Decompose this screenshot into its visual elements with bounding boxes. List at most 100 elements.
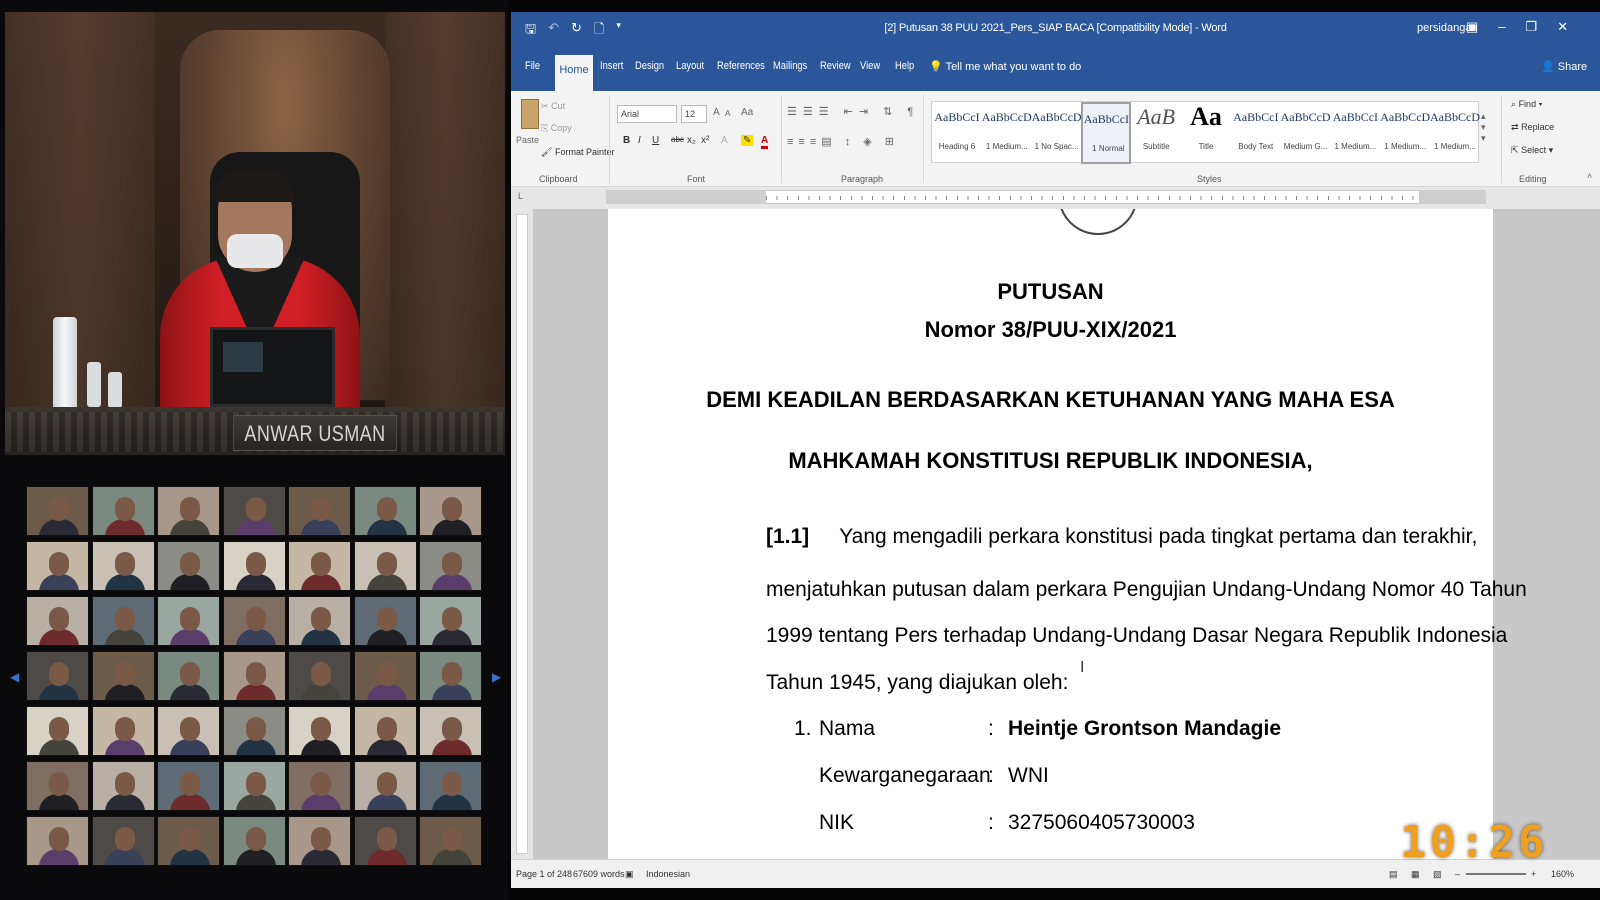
page-count[interactable]: Page 1 of 248 (516, 869, 572, 879)
participant-tile[interactable] (222, 761, 286, 811)
participant-tile[interactable] (157, 596, 220, 646)
underline-button[interactable]: U (652, 135, 659, 146)
participant-tile[interactable] (26, 706, 89, 756)
font-color-icon[interactable]: A (761, 135, 769, 149)
copy-button[interactable]: ⎘ Copy (541, 123, 572, 134)
participant-tile[interactable] (353, 816, 417, 866)
document-page[interactable]: PUTUSAN Nomor 38/PUU-XIX/2021 DEMI KEADI… (608, 209, 1527, 859)
participant-tile[interactable] (26, 486, 89, 536)
tab-view[interactable]: View (860, 60, 880, 72)
participant-tile[interactable] (157, 816, 220, 866)
participant-tile[interactable] (91, 706, 155, 756)
participant-tile[interactable] (91, 541, 155, 591)
minimize-button[interactable]: – (1498, 19, 1505, 35)
participant-tile[interactable] (26, 651, 89, 701)
style-heading-6[interactable]: AaBbCcI Heading 6 (932, 102, 982, 164)
web-layout-icon[interactable]: ▧ (1433, 869, 1442, 880)
highlight-icon[interactable]: ✎ (741, 135, 754, 146)
participant-tile[interactable] (222, 541, 286, 591)
participant-tile[interactable] (419, 486, 482, 536)
participant-tile[interactable] (222, 816, 286, 866)
participant-tile[interactable] (222, 486, 286, 536)
read-mode-icon[interactable]: ▤ (1389, 869, 1398, 880)
participant-tile[interactable] (353, 596, 417, 646)
document-canvas[interactable]: PUTUSAN Nomor 38/PUU-XIX/2021 DEMI KEADI… (533, 209, 1600, 859)
select-button[interactable]: ⇱ Select ▾ (1511, 145, 1553, 156)
participant-tile[interactable] (419, 596, 482, 646)
tab-layout[interactable]: Layout (676, 60, 704, 72)
word-count[interactable]: 67609 words (573, 869, 625, 879)
bold-button[interactable]: B (623, 135, 630, 146)
participant-tile[interactable] (91, 596, 155, 646)
style-1-normal[interactable]: AaBbCcI 1 Normal (1081, 102, 1132, 164)
list-buttons[interactable]: ☰☰☰ ⇤⇥ ⇅ ¶ (787, 105, 919, 118)
participant-tile[interactable] (157, 706, 220, 756)
restore-button[interactable]: ❐ (1526, 19, 1538, 35)
participant-tile[interactable] (26, 761, 89, 811)
tab-design[interactable]: Design (635, 60, 664, 72)
vertical-ruler-scale[interactable] (516, 214, 528, 854)
alignment-buttons[interactable]: ≡≡≡▤ ↕ ◈ ⊞ (787, 135, 899, 148)
participant-tile[interactable] (353, 541, 417, 591)
change-case-button[interactable]: Aa (741, 107, 753, 118)
tab-home[interactable]: Home (555, 55, 593, 91)
zoom-slider[interactable] (1466, 873, 1526, 875)
strikethrough-button[interactable]: abc (671, 135, 684, 144)
chevron-right-icon[interactable]: ▶ (492, 670, 501, 684)
print-layout-icon[interactable]: ▦ (1411, 869, 1420, 880)
zoom-out-icon[interactable]: – (1455, 869, 1460, 879)
tell-me-search[interactable]: 💡 Tell me what you want to do (929, 60, 1081, 73)
style-1-medium[interactable]: AaBbCcD 1 Medium... (1430, 102, 1480, 164)
paste-button[interactable]: Paste (516, 135, 539, 145)
participant-tile[interactable] (419, 541, 482, 591)
format-painter-button[interactable]: 🖌 Format Painter (541, 147, 614, 158)
participant-tile[interactable] (353, 706, 417, 756)
style-1-no-spac[interactable]: AaBbCcD 1 No Spac... (1032, 102, 1082, 164)
style-1-medium[interactable]: AaBbCcI 1 Medium... (1330, 102, 1380, 164)
chevron-left-icon[interactable]: ◀ (10, 670, 19, 684)
collapse-ribbon-icon[interactable]: ˄ (1587, 171, 1592, 181)
font-name-select[interactable]: Arial (617, 105, 677, 123)
language-indicator[interactable]: Indonesian (646, 869, 690, 879)
italic-button[interactable]: I (638, 135, 641, 146)
participant-tile[interactable] (26, 816, 89, 866)
participant-tile[interactable] (91, 486, 155, 536)
participant-tile[interactable] (157, 486, 220, 536)
participant-tile[interactable] (419, 761, 482, 811)
participant-tile[interactable] (288, 706, 351, 756)
tab-review[interactable]: Review (820, 60, 851, 72)
participant-tile[interactable] (419, 651, 482, 701)
participant-tile[interactable] (288, 651, 351, 701)
participant-tile[interactable] (353, 761, 417, 811)
participant-tile[interactable] (288, 761, 351, 811)
participant-tile[interactable] (222, 706, 286, 756)
style-medium-g[interactable]: AaBbCcD Medium G... (1281, 102, 1331, 164)
share-button[interactable]: 👤 Share (1541, 60, 1587, 73)
paste-icon[interactable] (521, 99, 539, 129)
close-button[interactable]: ✕ (1557, 19, 1568, 35)
style-title[interactable]: Aa Title (1181, 102, 1231, 164)
style-1-medium[interactable]: AaBbCcD 1 Medium... (1380, 102, 1430, 164)
shrink-font-button[interactable]: A (725, 109, 730, 118)
participant-tile[interactable] (91, 651, 155, 701)
style-subtitle[interactable]: AaB Subtitle (1131, 102, 1181, 164)
participant-tile[interactable] (288, 541, 351, 591)
ribbon-display-icon[interactable]: ▣ (1466, 19, 1478, 35)
participant-tile[interactable] (222, 651, 286, 701)
text-effects-icon[interactable]: A (721, 135, 728, 146)
style-body-text[interactable]: AaBbCcI Body Text (1231, 102, 1281, 164)
participant-tile[interactable] (26, 596, 89, 646)
zoom-level[interactable]: 160% (1551, 869, 1574, 879)
participant-tile[interactable] (157, 541, 220, 591)
tab-file[interactable]: File (525, 60, 540, 72)
participant-tile[interactable] (419, 816, 482, 866)
participant-tile[interactable] (91, 761, 155, 811)
replace-button[interactable]: ⇄ Replace (1511, 122, 1554, 133)
participant-tile[interactable] (419, 706, 482, 756)
tab-insert[interactable]: Insert (600, 60, 623, 72)
font-size-select[interactable]: 12 (681, 105, 707, 123)
participant-tile[interactable] (288, 816, 351, 866)
find-button[interactable]: ⌕ Find ▾ (1511, 99, 1542, 110)
superscript-button[interactable]: x² (701, 135, 709, 146)
tab-references[interactable]: References (717, 60, 765, 72)
